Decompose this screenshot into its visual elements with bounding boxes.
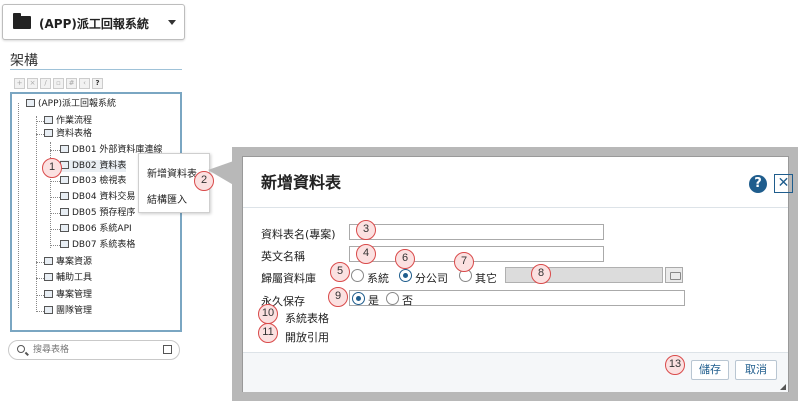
db-option-other-label: 其它 <box>475 272 497 285</box>
chevron-down-icon[interactable] <box>168 20 176 25</box>
external-link-icon[interactable] <box>163 345 172 354</box>
save-button[interactable]: 儲存 <box>691 360 729 380</box>
tree-item-db06[interactable]: DB06 系統API <box>60 223 132 235</box>
app-selector[interactable]: (APP)派工回報系統 <box>2 4 185 40</box>
db-radio-branch[interactable] <box>399 269 412 282</box>
tree-item-team-management[interactable]: 團隊管理 <box>44 305 92 317</box>
table-icon <box>60 240 69 248</box>
help-icon[interactable]: ? <box>749 175 767 193</box>
tree-item-db05[interactable]: DB05 預存程序 <box>60 207 135 219</box>
tree-item-db07[interactable]: DB07 系統表格 <box>60 239 135 251</box>
expand-icon[interactable]: # <box>66 78 77 89</box>
db-radio-system[interactable] <box>351 269 364 282</box>
table-icon <box>60 176 69 184</box>
system-table-label[interactable]: 系統表格 <box>285 310 329 326</box>
add-node-icon[interactable]: + <box>14 78 25 89</box>
dialog-title: 新增資料表 <box>261 173 342 192</box>
collapse-icon[interactable]: ‹ <box>79 78 90 89</box>
edit-node-icon[interactable]: / <box>40 78 51 89</box>
close-icon[interactable]: ✕ <box>774 174 793 193</box>
tree-item-data-tables[interactable]: 資料表格 <box>44 128 92 140</box>
callout-badge-9: 9 <box>328 287 348 307</box>
callout-badge-2: 2 <box>194 171 214 191</box>
database-icon <box>26 99 35 107</box>
tree-item-tools[interactable]: 輔助工具 <box>44 272 92 284</box>
resize-grip-icon[interactable] <box>780 384 786 390</box>
tools-icon <box>44 273 53 281</box>
browse-folder-icon[interactable] <box>665 267 683 283</box>
cancel-button[interactable]: 取消 <box>735 360 777 380</box>
callout-badge-8: 8 <box>531 264 551 284</box>
callout-badge-4: 4 <box>356 244 376 264</box>
tree-toolbar: + × / ▫ # ‹ ? <box>14 78 103 90</box>
english-name-label: 英文名稱 <box>261 250 305 263</box>
permanent-options: 是 否 <box>349 290 685 307</box>
tree-item-db03[interactable]: DB03 檢視表 <box>60 175 126 187</box>
table-icon <box>44 129 53 137</box>
resources-icon <box>44 257 53 265</box>
callout-badge-13: 13 <box>665 355 685 375</box>
help-small-icon[interactable]: ? <box>92 78 103 89</box>
folder-icon <box>44 290 53 298</box>
table-icon <box>60 224 69 232</box>
permanent-no-label: 否 <box>402 294 413 307</box>
database-label: 歸屬資料庫 <box>261 272 316 285</box>
callout-badge-6: 6 <box>395 249 415 269</box>
app-selector-label: (APP)派工回報系統 <box>39 17 149 31</box>
callout-badge-1: 1 <box>42 158 62 178</box>
callout-badge-11: 11 <box>258 323 278 343</box>
db-option-system-label: 系統 <box>367 272 389 285</box>
tree-item-db04[interactable]: DB04 資料交易 <box>60 191 135 203</box>
other-database-input[interactable] <box>505 267 663 283</box>
structure-title: 架構 <box>10 53 38 69</box>
table-name-input[interactable] <box>349 224 604 240</box>
callout-badge-5: 5 <box>330 262 350 282</box>
db-option-branch-label: 分公司 <box>415 272 448 285</box>
tree-root[interactable]: (APP)派工回報系統 <box>26 98 116 110</box>
menu-item-new-table[interactable]: 新增資料表 <box>147 165 197 180</box>
dialog-footer: 儲存 取消 <box>243 353 788 392</box>
tree-item-db02[interactable]: DB02 資料表 <box>60 160 127 172</box>
callout-badge-7: 7 <box>454 252 474 272</box>
english-name-input[interactable] <box>349 246 604 262</box>
tree-search[interactable] <box>8 340 180 360</box>
title-divider <box>10 69 182 70</box>
folder-icon <box>13 13 31 29</box>
tree-item-project-resources[interactable]: 專案資源 <box>44 256 92 268</box>
table-name-label: 資料表名(專案) <box>261 228 336 241</box>
permanent-radio-no[interactable] <box>386 292 399 305</box>
tree-item-workflow[interactable]: 作業流程 <box>44 115 92 127</box>
menu-item-import-structure[interactable]: 結構匯入 <box>147 191 187 206</box>
table-icon <box>60 192 69 200</box>
copy-node-icon[interactable]: ▫ <box>53 78 64 89</box>
search-icon <box>17 345 25 353</box>
delete-node-icon[interactable]: × <box>27 78 38 89</box>
table-icon <box>60 145 69 153</box>
search-input[interactable] <box>31 343 151 357</box>
callout-badge-3: 3 <box>356 220 376 240</box>
open-reference-label[interactable]: 開放引用 <box>285 329 329 345</box>
callout-badge-10: 10 <box>258 304 278 324</box>
tree-item-project-management[interactable]: 專案管理 <box>44 289 92 301</box>
table-icon <box>60 208 69 216</box>
user-icon <box>44 306 53 314</box>
workflow-icon <box>44 116 53 124</box>
header-divider <box>243 207 788 208</box>
permanent-yes-label: 是 <box>368 294 379 307</box>
new-table-dialog: 新增資料表 ? ✕ 資料表名(專案) 英文名稱 歸屬資料庫 系統 分公司 其它 … <box>242 156 793 392</box>
permanent-radio-yes[interactable] <box>352 292 365 305</box>
